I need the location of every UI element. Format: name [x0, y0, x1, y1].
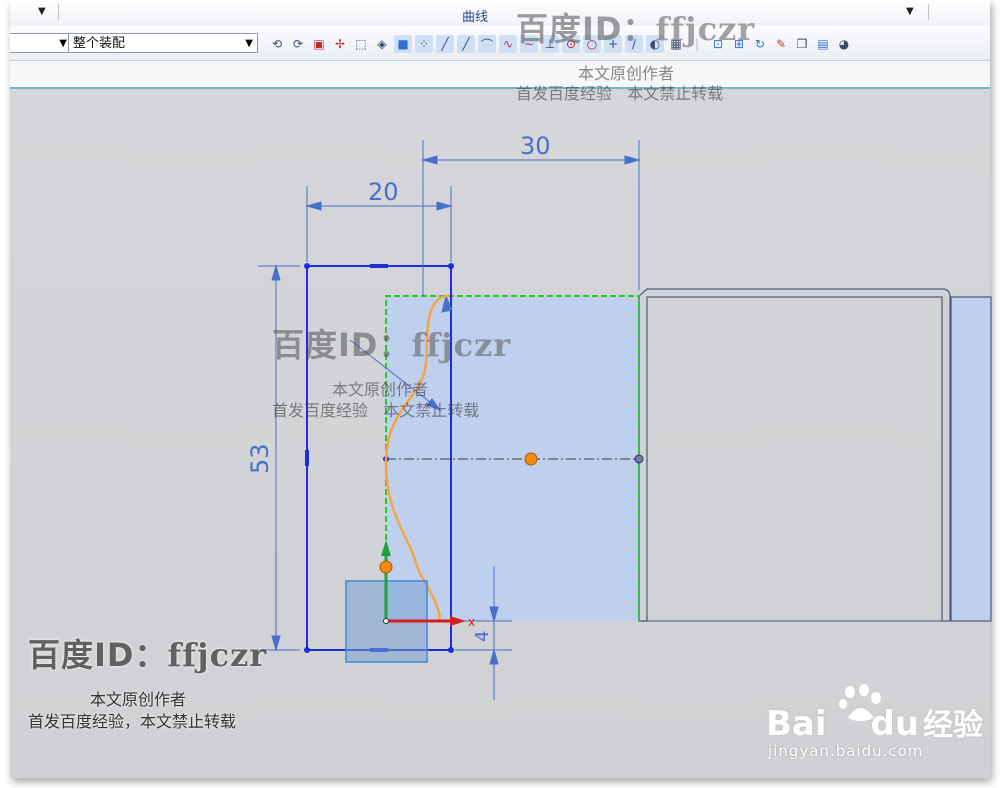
- dimension-53: 53: [246, 443, 274, 474]
- sketch-vertex: [304, 647, 310, 653]
- csys-origin-handle[interactable]: [379, 560, 393, 574]
- sketch-vertex: [448, 647, 454, 653]
- dimension-4: 4: [472, 631, 493, 642]
- dimension-20: 20: [368, 178, 399, 206]
- sketch-vertex: [448, 263, 454, 269]
- line-end-point: [634, 454, 644, 464]
- baidu-url: jingyan.baidu.com: [768, 742, 924, 760]
- baidu-logo-text: Bai du 经验: [766, 704, 984, 744]
- watermark-line2-mid: 首发百度经验 本文禁止转载: [272, 401, 480, 420]
- csys-x-label: x: [468, 615, 475, 629]
- center-point: [524, 452, 538, 466]
- dimension-30: 30: [520, 132, 551, 160]
- sketch-vertex: [304, 263, 310, 269]
- watermark-line2-bottom: 首发百度经验，本文禁止转载: [28, 712, 237, 731]
- csys-origin: [383, 618, 389, 624]
- body-outline-right: [950, 296, 992, 622]
- watermark-id-mid: 百度ID：ffjczr: [272, 326, 512, 364]
- watermark-id-bottom: 百度ID：ffjczr: [28, 636, 268, 674]
- watermark-line1-bottom: 本文原创作者: [90, 690, 187, 709]
- watermark-id-top: 百度ID：ffjczr: [516, 10, 756, 48]
- watermark-line2-top: 首发百度经验 本文禁止转载: [516, 84, 724, 103]
- body-outline: [638, 288, 951, 622]
